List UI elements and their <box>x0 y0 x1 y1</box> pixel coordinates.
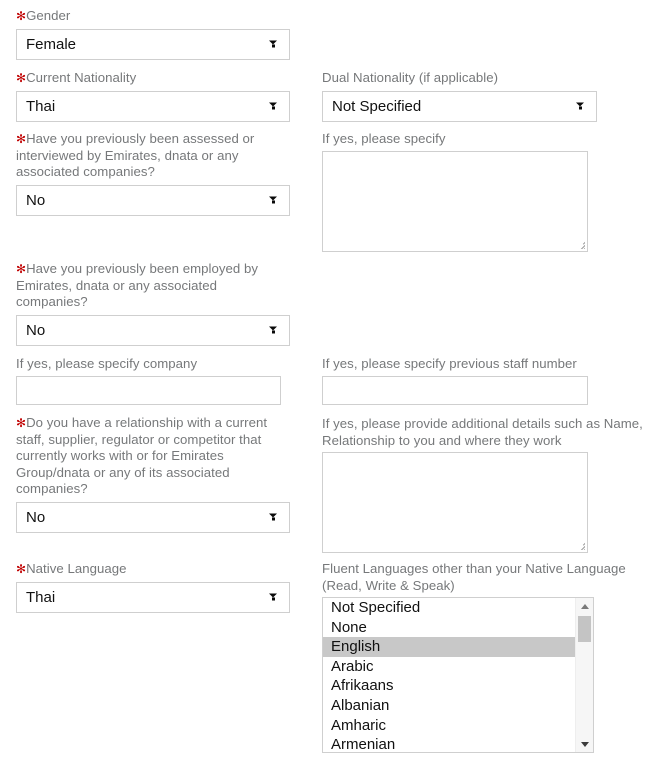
label-gender-text: Gender <box>26 8 71 23</box>
listbox-option[interactable]: Not Specified <box>323 598 576 618</box>
label-previously-assessed-text: Have you previously been assessed or int… <box>16 131 255 179</box>
field-previous-staff-number: If yes, please specify previous staff nu… <box>322 356 602 405</box>
field-native-language: ✻Native Language Thai <box>16 561 296 613</box>
relationship-details-textarea[interactable] <box>322 452 588 553</box>
dual-nationality-select[interactable]: Not Specified <box>322 90 597 122</box>
field-current-nationality: ✻Current Nationality Thai <box>16 70 296 122</box>
chevron-down-icon <box>269 196 278 205</box>
label-assessed-specify: If yes, please specify <box>322 131 446 146</box>
field-fluent-languages: Fluent Languages other than your Native … <box>322 561 654 753</box>
label-dual-nationality: Dual Nationality (if applicable) <box>322 70 499 85</box>
label-gender: ✻Gender <box>16 8 296 25</box>
relationship-select[interactable]: No <box>16 501 290 533</box>
label-relationship: ✻Do you have a relationship with a curre… <box>16 415 274 498</box>
listbox-option[interactable]: None <box>323 618 576 638</box>
gender-select[interactable]: Female <box>16 28 290 60</box>
listbox-option[interactable]: Armenian <box>323 735 576 752</box>
resize-handle-icon[interactable] <box>574 238 585 249</box>
field-previously-employed: ✻Have you previously been employed by Em… <box>16 261 290 346</box>
chevron-down-icon <box>269 326 278 335</box>
listbox-scrollbar[interactable] <box>575 598 593 752</box>
label-current-nationality: ✻Current Nationality <box>16 70 296 87</box>
previously-assessed-select[interactable]: No <box>16 184 290 216</box>
label-native-language: ✻Native Language <box>16 561 296 578</box>
required-asterisk-icon: ✻ <box>16 71 27 85</box>
chevron-down-icon <box>269 513 278 522</box>
listbox-option[interactable]: Albanian <box>323 696 576 716</box>
gender-select-value: Female <box>26 35 77 53</box>
chevron-down-icon <box>269 102 278 111</box>
required-asterisk-icon: ✻ <box>16 416 27 430</box>
field-assessed-specify: If yes, please specify <box>322 131 602 252</box>
listbox-option[interactable]: Afrikaans <box>323 676 576 696</box>
chevron-down-icon <box>269 40 278 49</box>
scroll-down-arrow-icon[interactable] <box>576 736 593 752</box>
label-employed-company: If yes, please specify company <box>16 356 198 371</box>
listbox-option[interactable]: Arabic <box>323 657 576 677</box>
field-relationship-details: If yes, please provide additional detail… <box>322 416 643 553</box>
required-asterisk-icon: ✻ <box>16 262 27 276</box>
scrollbar-thumb[interactable] <box>578 616 591 642</box>
previously-assessed-select-value: No <box>26 191 46 209</box>
previous-staff-number-input[interactable] <box>322 375 588 405</box>
listbox-option[interactable]: Amharic <box>323 716 576 736</box>
assessed-specify-textarea[interactable] <box>322 150 588 252</box>
field-dual-nationality: Dual Nationality (if applicable) Not Spe… <box>322 70 602 122</box>
label-fluent-languages: Fluent Languages other than your Native … <box>322 561 626 593</box>
field-employed-company: If yes, please specify company <box>16 356 296 405</box>
scroll-up-arrow-icon[interactable] <box>576 598 593 614</box>
dual-nationality-select-value: Not Specified <box>332 97 422 115</box>
label-relationship-text: Do you have a relationship with a curren… <box>16 415 268 496</box>
label-previously-assessed: ✻Have you previously been assessed or in… <box>16 131 266 181</box>
listbox-option[interactable]: English <box>323 637 576 657</box>
field-relationship: ✻Do you have a relationship with a curre… <box>16 415 290 533</box>
label-previously-employed-text: Have you previously been employed by Emi… <box>16 261 259 309</box>
label-relationship-details: If yes, please provide additional detail… <box>322 416 643 448</box>
fluent-languages-listbox[interactable]: Not Specified None English Arabic Afrikaans A… <box>322 597 594 753</box>
label-previously-employed: ✻Have you previously been employed by Em… <box>16 261 266 311</box>
label-current-nationality-text: Current Nationality <box>26 70 137 85</box>
required-asterisk-icon: ✻ <box>16 9 27 23</box>
relationship-select-value: No <box>26 508 46 526</box>
previously-employed-select-value: No <box>26 321 46 339</box>
current-nationality-select-value: Thai <box>26 97 56 115</box>
current-nationality-select[interactable]: Thai <box>16 90 290 122</box>
employed-company-input[interactable] <box>16 375 281 405</box>
previously-employed-select[interactable]: No <box>16 314 290 346</box>
required-asterisk-icon: ✻ <box>16 132 27 146</box>
chevron-down-icon <box>576 102 585 111</box>
field-gender: ✻Gender Female <box>16 8 296 60</box>
fluent-languages-options: Not Specified None English Arabic Afrikaans A… <box>323 598 576 752</box>
label-native-language-text: Native Language <box>26 561 127 576</box>
field-previously-assessed: ✻Have you previously been assessed or in… <box>16 131 290 216</box>
required-asterisk-icon: ✻ <box>16 562 27 576</box>
chevron-down-icon <box>269 593 278 602</box>
resize-handle-icon[interactable] <box>574 539 585 550</box>
native-language-select[interactable]: Thai <box>16 581 290 613</box>
label-previous-staff-number: If yes, please specify previous staff nu… <box>322 356 577 371</box>
native-language-select-value: Thai <box>26 588 56 606</box>
